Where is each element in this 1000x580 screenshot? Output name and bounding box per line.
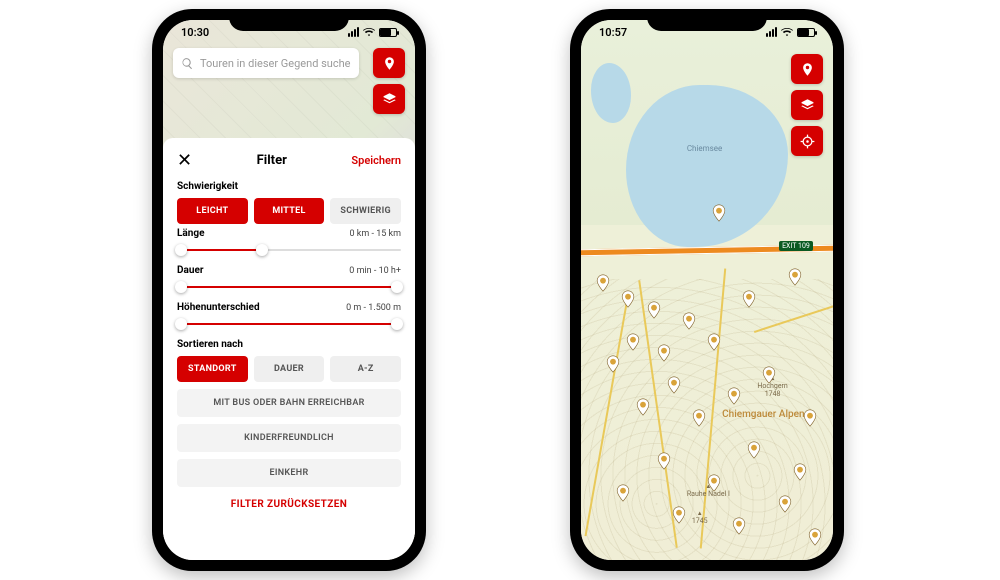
close-icon[interactable]: ✕	[177, 150, 192, 171]
tour-pin[interactable]	[707, 333, 721, 351]
tour-pin[interactable]	[742, 290, 756, 308]
sort-segment: STANDORT DAUER A-Z	[177, 356, 401, 382]
tour-pin[interactable]	[621, 290, 635, 308]
tour-pin[interactable]	[793, 463, 807, 481]
sort-location[interactable]: STANDORT	[177, 356, 248, 382]
tour-pin[interactable]	[657, 344, 671, 362]
filter-einkehr[interactable]: EINKEHR	[177, 459, 401, 487]
filter-sheet: ✕ Filter Speichern Schwierigkeit LEICHT …	[163, 138, 415, 560]
tour-pin[interactable]	[788, 268, 802, 286]
sort-duration[interactable]: DAUER	[254, 356, 325, 382]
lake-label: Chiemsee	[687, 144, 722, 153]
tour-pin[interactable]	[732, 517, 746, 535]
filter-kinder[interactable]: KINDERFREUNDLICH	[177, 424, 401, 452]
signal-icon	[766, 27, 777, 37]
layers-button[interactable]	[791, 90, 823, 120]
sheet-title: Filter	[257, 153, 287, 168]
pin-icon	[800, 62, 815, 77]
notch	[647, 9, 767, 31]
wifi-icon	[781, 28, 793, 37]
duration-slider[interactable]: Dauer0 min - 10 h+	[177, 265, 401, 294]
highway-exit: EXIT 109	[779, 241, 813, 251]
screen-left: 10:30 Touren in dieser Gegend suchen ✕ F…	[163, 20, 415, 560]
search-bar[interactable]: Touren in dieser Gegend suchen	[173, 48, 359, 78]
tour-pin[interactable]	[762, 366, 776, 384]
tour-pin[interactable]	[707, 474, 721, 492]
search-placeholder: Touren in dieser Gegend suchen	[200, 57, 351, 70]
search-icon	[181, 57, 194, 70]
tour-pin[interactable]	[682, 312, 696, 330]
battery-icon	[797, 28, 815, 37]
length-slider[interactable]: Länge0 km - 15 km	[177, 228, 401, 257]
tour-pin[interactable]	[616, 484, 630, 502]
locate-icon	[800, 134, 815, 149]
pin-icon	[382, 56, 397, 71]
tour-pin[interactable]	[747, 441, 761, 459]
tour-pin[interactable]	[727, 387, 741, 405]
wifi-icon	[363, 28, 375, 37]
locate-button[interactable]	[791, 126, 823, 156]
sort-label: Sortieren nach	[177, 339, 401, 350]
status-time: 10:57	[599, 26, 627, 39]
elevation-slider[interactable]: Höhenunterschied0 m - 1.500 m	[177, 302, 401, 331]
notch	[229, 9, 349, 31]
phone-frame-right: Chiemsee EXIT 109 Chiemgauer Alpen Hochg…	[570, 9, 844, 571]
layers-icon	[382, 92, 397, 107]
tour-pin[interactable]	[803, 409, 817, 427]
tour-pin[interactable]	[606, 355, 620, 373]
layers-icon	[800, 98, 815, 113]
battery-icon	[379, 28, 397, 37]
difficulty-label: Schwierigkeit	[177, 181, 401, 192]
difficulty-easy[interactable]: LEICHT	[177, 198, 248, 224]
screen-right: Chiemsee EXIT 109 Chiemgauer Alpen Hochg…	[581, 20, 833, 560]
layers-button[interactable]	[373, 84, 405, 114]
tour-pin[interactable]	[778, 495, 792, 513]
save-button[interactable]: Speichern	[351, 154, 401, 167]
tour-pin[interactable]	[692, 409, 706, 427]
difficulty-medium[interactable]: MITTEL	[254, 198, 325, 224]
difficulty-segment: LEICHT MITTEL SCHWIERIG	[177, 198, 401, 224]
phone-frame-left: 10:30 Touren in dieser Gegend suchen ✕ F…	[152, 9, 426, 571]
reset-filter-button[interactable]: FILTER ZURÜCKSETZEN	[177, 499, 401, 510]
tour-pin[interactable]	[626, 333, 640, 351]
tour-pin[interactable]	[712, 204, 726, 222]
tour-pin[interactable]	[636, 398, 650, 416]
tour-pin[interactable]	[596, 274, 610, 292]
tour-pin[interactable]	[657, 452, 671, 470]
status-time: 10:30	[181, 26, 209, 39]
map-float-buttons	[791, 54, 823, 156]
signal-icon	[348, 27, 359, 37]
difficulty-hard[interactable]: SCHWIERIG	[330, 198, 401, 224]
pin-button[interactable]	[373, 48, 405, 78]
tour-pin[interactable]	[647, 301, 661, 319]
tour-pin[interactable]	[808, 528, 822, 546]
filter-bus-bahn[interactable]: MIT BUS ODER BAHN ERREICHBAR	[177, 389, 401, 417]
pin-button[interactable]	[791, 54, 823, 84]
sort-az[interactable]: A-Z	[330, 356, 401, 382]
region-label: Chiemgauer Alpen	[722, 409, 804, 420]
peak-label: 1745	[692, 511, 708, 525]
tour-pin[interactable]	[672, 506, 686, 524]
tour-pin[interactable]	[667, 376, 681, 394]
map-float-buttons	[373, 48, 405, 114]
